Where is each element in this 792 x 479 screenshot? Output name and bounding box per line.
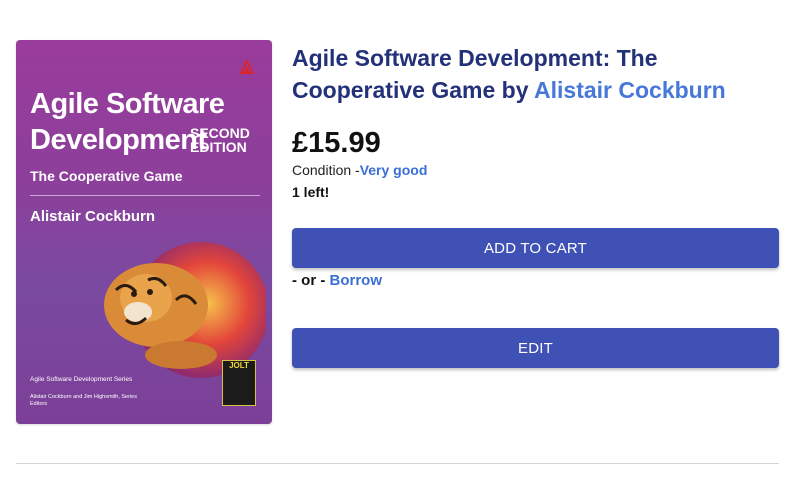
jolt-award-label: JOLT bbox=[229, 361, 249, 370]
condition-label: Condition - bbox=[292, 162, 360, 178]
cover-series: Agile Software Development Series bbox=[30, 376, 133, 383]
book-cover-image: Agile Software Development SECOND EDITIO… bbox=[16, 40, 272, 424]
stock-status: 1 left! bbox=[292, 184, 330, 200]
or-borrow-line: - or - Borrow bbox=[292, 272, 382, 289]
publisher-logo-icon bbox=[240, 60, 254, 74]
condition-value: Very good bbox=[359, 162, 428, 178]
add-to-cart-button[interactable]: ADD TO CART bbox=[292, 228, 779, 268]
author-link[interactable]: Alistair Cockburn bbox=[534, 77, 726, 103]
cover-subtitle: The Cooperative Game bbox=[30, 168, 183, 184]
cover-rule bbox=[30, 195, 260, 196]
borrow-link[interactable]: Borrow bbox=[330, 272, 383, 289]
cover-editors: Alistair Cockburn and Jim Highsmith, Ser… bbox=[30, 394, 137, 407]
cover-edition: SECOND EDITION bbox=[190, 125, 250, 155]
condition: Condition -Very good bbox=[292, 162, 427, 178]
price: £15.99 bbox=[292, 127, 381, 159]
product-title: Agile Software Development: The Cooperat… bbox=[292, 42, 782, 106]
product-title-by: by bbox=[495, 77, 535, 103]
edit-button[interactable]: EDIT bbox=[292, 328, 779, 368]
divider bbox=[16, 463, 779, 464]
or-separator: - or - bbox=[292, 272, 330, 289]
jolt-award-badge: JOLT bbox=[222, 360, 256, 406]
